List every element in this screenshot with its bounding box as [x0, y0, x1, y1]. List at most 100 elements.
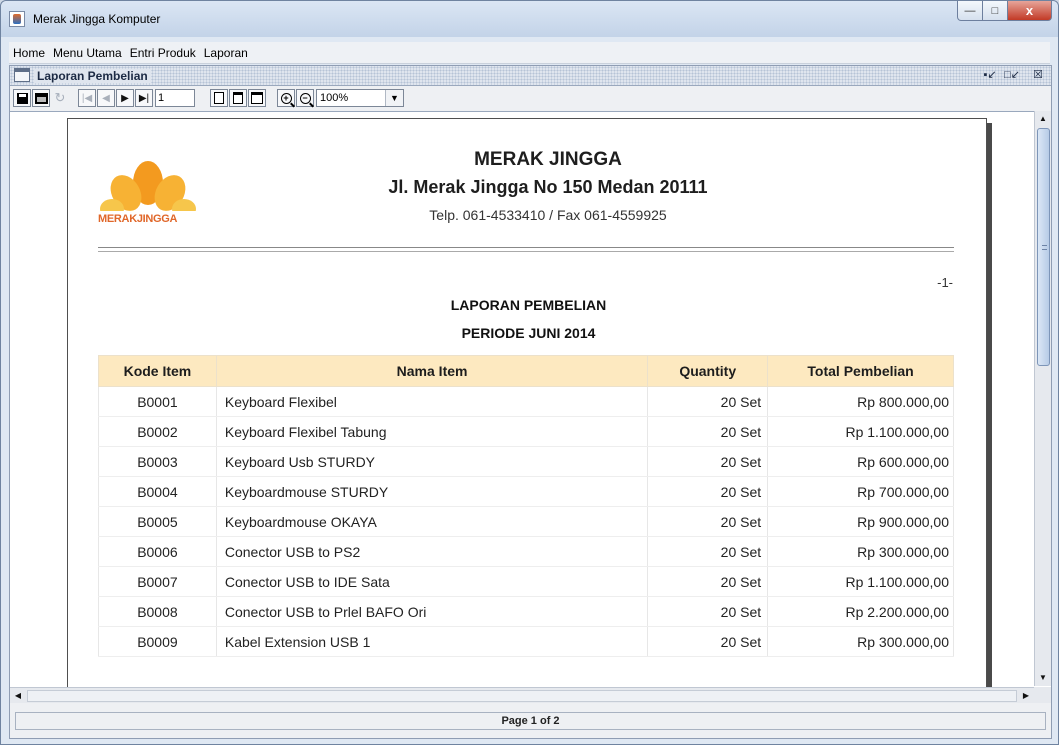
next-page-button[interactable]: ▶: [116, 89, 134, 107]
menu-laporan[interactable]: Laporan: [200, 46, 252, 60]
cell-quantity: 20 Set: [647, 596, 769, 627]
table-row: B0007 Conector USB to IDE Sata 20 Set Rp 1.…: [98, 566, 954, 597]
page-status: Page 1 of 2: [15, 712, 1046, 730]
page-marker: -1-: [937, 275, 953, 290]
column-header-kode: Kode Item: [98, 355, 217, 387]
cell-nama: Keyboard Flexibel: [215, 386, 649, 417]
zoom-value: 100%: [320, 92, 349, 104]
table-row: B0003 Keyboard Usb STURDY 20 Set Rp 600.000…: [98, 446, 954, 477]
fit-page-button[interactable]: [229, 89, 247, 107]
print-button[interactable]: [32, 89, 50, 107]
cell-nama: Keyboardmouse OKAYA: [215, 506, 649, 537]
horizontal-scroll-thumb[interactable]: [27, 690, 1017, 702]
fit-width-button[interactable]: [248, 89, 266, 107]
menu-entri-produk[interactable]: Entri Produk: [126, 46, 200, 60]
cell-nama: Kabel Extension USB 1: [215, 626, 649, 657]
header-divider-secondary: [98, 251, 954, 252]
next-page-icon: ▶: [121, 92, 129, 104]
last-page-button[interactable]: ▶|: [135, 89, 153, 107]
cell-kode: B0005: [98, 506, 217, 537]
grip-icon: [1042, 245, 1047, 250]
maximize-icon: □: [991, 4, 999, 17]
iconify-button[interactable]: ▪↙: [982, 68, 998, 82]
zoom-out-button[interactable]: −: [296, 89, 314, 107]
report-viewer: MERAKJINGGA MERAK JINGGA Jl. Merak Jingg…: [10, 111, 1051, 701]
internal-frame-title: Laporan Pembelian: [34, 69, 151, 83]
table-row: B0006 Conector USB to PS2 20 Set Rp 300.000…: [98, 536, 954, 567]
previous-page-icon: ◀: [102, 92, 110, 104]
column-header-total: Total Pembelian: [767, 355, 954, 387]
java-app-icon: [9, 11, 25, 27]
reload-button[interactable]: ↻: [51, 89, 69, 107]
internal-frame-title-bar[interactable]: Laporan Pembelian ▪↙ □↙ ☒: [10, 66, 1051, 86]
fit-width-icon: [251, 92, 263, 104]
cell-total: Rp 1.100.000,00: [767, 416, 954, 447]
scroll-up-icon[interactable]: ▲: [1035, 111, 1051, 127]
cell-nama: Keyboard Usb STURDY: [215, 446, 649, 477]
minimize-icon: —: [964, 4, 976, 17]
save-button[interactable]: [13, 89, 31, 107]
cell-total: Rp 600.000,00: [767, 446, 954, 477]
column-header-quantity: Quantity: [647, 355, 769, 387]
report-internal-frame: Laporan Pembelian ▪↙ □↙ ☒ ↻ |◀ ◀ ▶ ▶| 1 …: [9, 65, 1052, 739]
fit-page-icon: [233, 92, 243, 104]
menu-home[interactable]: Home: [9, 46, 49, 60]
previous-page-button[interactable]: ◀: [97, 89, 115, 107]
close-button[interactable]: x: [1008, 1, 1052, 21]
zoom-in-button[interactable]: +: [277, 89, 295, 107]
cell-quantity: 20 Set: [647, 626, 769, 657]
chevron-down-icon[interactable]: ▼: [385, 90, 403, 106]
header-divider: [98, 247, 954, 248]
scroll-left-icon[interactable]: ◀: [10, 688, 26, 704]
vertical-scroll-thumb[interactable]: [1037, 128, 1050, 366]
cell-total: Rp 700.000,00: [767, 476, 954, 507]
cell-total: Rp 300.000,00: [767, 626, 954, 657]
maximize-button[interactable]: □: [983, 1, 1008, 21]
restore-icon: □↙: [1004, 69, 1020, 81]
zoom-select[interactable]: 100% ▼: [316, 89, 404, 107]
cell-nama: Conector USB to IDE Sata: [215, 566, 649, 597]
scroll-down-icon[interactable]: ▼: [1035, 670, 1051, 686]
frame-close-button[interactable]: ☒: [1030, 68, 1046, 82]
cell-kode: B0004: [98, 476, 217, 507]
cell-nama: Conector USB to Prlel BAFO Ori: [215, 596, 649, 627]
company-address: Jl. Merak Jingga No 150 Medan 20111: [388, 177, 708, 197]
first-page-icon: |◀: [81, 92, 93, 104]
vertical-scrollbar[interactable]: ▲ ▼: [1034, 111, 1051, 686]
reload-icon: ↻: [54, 90, 66, 105]
table-header-row: Kode Item Nama Item Quantity Total Pembe…: [98, 355, 954, 387]
cell-quantity: 20 Set: [647, 416, 769, 447]
zoom-in-icon: +: [280, 92, 292, 104]
last-page-icon: ▶|: [138, 92, 150, 104]
purchase-table: Kode Item Nama Item Quantity Total Pembe…: [98, 355, 954, 657]
close-icon: x: [1025, 3, 1034, 18]
cell-nama: Keyboardmouse STURDY: [215, 476, 649, 507]
window-title: Merak Jingga Komputer: [33, 12, 161, 26]
company-name: MERAK JINGGA: [474, 149, 622, 170]
scroll-right-icon[interactable]: ▶: [1018, 688, 1034, 704]
table-row: B0005 Keyboardmouse OKAYA 20 Set Rp 900.000…: [98, 506, 954, 537]
cell-total: Rp 900.000,00: [767, 506, 954, 537]
report-title: LAPORAN PEMBELIAN: [450, 297, 607, 313]
table-row: B0009 Kabel Extension USB 1 20 Set Rp 300.0…: [98, 626, 954, 657]
page-number-input[interactable]: 1: [155, 89, 195, 107]
title-bar[interactable]: Merak Jingga Komputer — □ x: [1, 1, 1058, 37]
cell-quantity: 20 Set: [647, 386, 769, 417]
frame-window-icon: [14, 68, 30, 82]
cell-kode: B0006: [98, 536, 217, 567]
cell-total: Rp 2.200.000,00: [767, 596, 954, 627]
cell-kode: B0002: [98, 416, 217, 447]
table-row: B0002 Keyboard Flexibel Tabung 20 Set Rp 1.…: [98, 416, 954, 447]
cell-total: Rp 1.100.000,00: [767, 566, 954, 597]
cell-kode: B0003: [98, 446, 217, 477]
save-icon: [16, 92, 28, 104]
menu-menu-utama[interactable]: Menu Utama: [49, 46, 126, 60]
cell-nama: Conector USB to PS2: [215, 536, 649, 567]
minimize-button[interactable]: —: [957, 1, 983, 21]
horizontal-scrollbar[interactable]: ◀ ▶: [10, 687, 1034, 703]
actual-size-button[interactable]: [210, 89, 228, 107]
report-period: PERIODE JUNI 2014: [461, 325, 596, 341]
restore-button[interactable]: □↙: [1004, 68, 1020, 82]
table-row: B0004 Keyboardmouse STURDY 20 Set Rp 700.00…: [98, 476, 954, 507]
first-page-button[interactable]: |◀: [78, 89, 96, 107]
